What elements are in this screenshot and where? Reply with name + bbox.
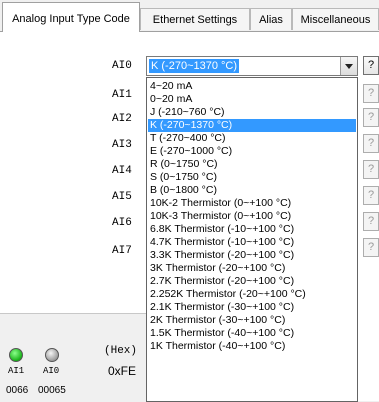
- help-button-ai2[interactable]: ?: [363, 108, 379, 127]
- dropdown-option[interactable]: 3K Thermistor (-20~+100 °C): [148, 262, 356, 275]
- dropdown-option[interactable]: 2.7K Thermistor (-20~+100 °C): [148, 275, 356, 288]
- channel-label-ai0: AI0: [112, 60, 132, 72]
- combo-selected-value: K (-270~1370 °C): [149, 59, 240, 73]
- type-dropdown-list[interactable]: 4~20 mA 0~20 mA J (-210~760 °C) K (-270~…: [146, 77, 358, 402]
- led-label-ai0: AI0: [43, 366, 60, 376]
- hex-value: 0xFE: [108, 364, 137, 378]
- ai0-type-combobox[interactable]: K (-270~1370 °C): [146, 56, 358, 76]
- dropdown-option[interactable]: 0~20 mA: [148, 93, 356, 106]
- dropdown-option[interactable]: 4.7K Thermistor (-10~+100 °C): [148, 236, 356, 249]
- help-button-ai1[interactable]: ?: [363, 84, 379, 103]
- tab-miscellaneous[interactable]: Miscellaneous: [292, 8, 379, 30]
- help-button-ai4[interactable]: ?: [363, 160, 379, 179]
- dropdown-option[interactable]: 3.3K Thermistor (-20~+100 °C): [148, 249, 356, 262]
- chevron-down-icon[interactable]: [340, 57, 357, 75]
- dropdown-option[interactable]: 2.1K Thermistor (-30~+100 °C): [148, 301, 356, 314]
- tab-alias[interactable]: Alias: [250, 8, 292, 30]
- dropdown-option[interactable]: J (-210~760 °C): [148, 106, 356, 119]
- channel-label-ai6: AI6: [112, 217, 132, 229]
- dropdown-option[interactable]: 10K-2 Thermistor (0~+100 °C): [148, 197, 356, 210]
- led-indicator-ai1: [9, 348, 23, 362]
- dropdown-option[interactable]: R (0~1750 °C): [148, 158, 356, 171]
- dropdown-option[interactable]: 2K Thermistor (-30~+100 °C): [148, 314, 356, 327]
- help-button-ai0[interactable]: ?: [363, 56, 379, 75]
- dropdown-option-selected[interactable]: K (-270~1370 °C): [148, 119, 356, 132]
- channel-label-ai3: AI3: [112, 139, 132, 151]
- led-label-ai1: AI1: [8, 366, 25, 376]
- tab-bar: Analog Input Type Code Ethernet Settings…: [0, 0, 379, 32]
- channel-label-ai2: AI2: [112, 113, 132, 125]
- dropdown-option[interactable]: S (0~1750 °C): [148, 171, 356, 184]
- dropdown-option[interactable]: T (-270~400 °C): [148, 132, 356, 145]
- help-button-ai7[interactable]: ?: [363, 238, 379, 257]
- dropdown-option[interactable]: 1K Thermistor (-40~+100 °C): [148, 340, 356, 353]
- dropdown-option[interactable]: 2.252K Thermistor (-20~+100 °C): [148, 288, 356, 301]
- dropdown-option[interactable]: 4~20 mA: [148, 80, 356, 93]
- dropdown-option[interactable]: 1.5K Thermistor (-40~+100 °C): [148, 327, 356, 340]
- hex-label: (Hex): [104, 345, 138, 357]
- led-code-ai0: 00065: [38, 385, 66, 396]
- dropdown-option[interactable]: 6.8K Thermistor (-10~+100 °C): [148, 223, 356, 236]
- channel-label-ai1: AI1: [112, 89, 132, 101]
- tab-analog-input-type-code[interactable]: Analog Input Type Code: [2, 2, 140, 32]
- channel-label-ai7: AI7: [112, 245, 132, 257]
- help-button-ai3[interactable]: ?: [363, 134, 379, 153]
- help-button-ai6[interactable]: ?: [363, 212, 379, 231]
- channel-label-ai4: AI4: [112, 165, 132, 177]
- channel-label-ai5: AI5: [112, 191, 132, 203]
- dropdown-option[interactable]: B (0~1800 °C): [148, 184, 356, 197]
- help-button-ai5[interactable]: ?: [363, 186, 379, 205]
- tab-ethernet-settings[interactable]: Ethernet Settings: [140, 8, 250, 30]
- led-indicator-ai0: [45, 348, 59, 362]
- dropdown-option[interactable]: 10K-3 Thermistor (0~+100 °C): [148, 210, 356, 223]
- led-code-ai1: 0066: [6, 385, 29, 396]
- dropdown-option[interactable]: E (-270~1000 °C): [148, 145, 356, 158]
